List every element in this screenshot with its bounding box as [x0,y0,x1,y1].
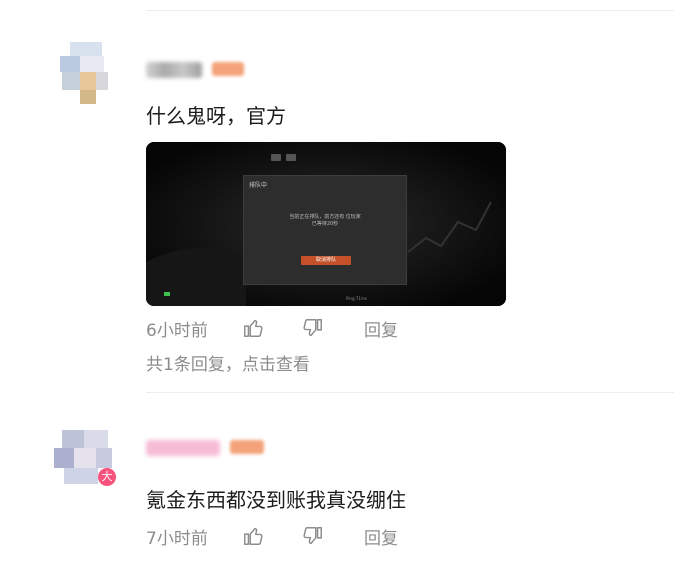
comment-text: 什么鬼呀，官方 [146,104,286,128]
level-badge [212,62,244,76]
username[interactable] [146,62,202,78]
avatar[interactable] [60,42,122,104]
comment-meta: 7小时前 回复 [146,524,398,549]
queue-message-line1: 当前正在排队，前方还有 位玩家 [289,214,361,220]
comment-image[interactable]: 排队中 当前正在排队，前方还有 位玩家 已等待20秒 取消排队 Ping:71m… [146,142,506,306]
view-replies-link[interactable]: 共1条回复，点击查看 [146,350,310,375]
reply-button[interactable]: 回复 [364,524,398,549]
divider-top [146,10,674,11]
vip-badge: 大 [98,468,116,486]
dislike-button[interactable] [302,524,362,548]
thumb-up-icon [244,527,263,545]
queue-dialog: 排队中 当前正在排队，前方还有 位玩家 已等待20秒 取消排队 [243,175,407,285]
comment-time: 6小时前 [146,320,208,341]
thumb-up-icon [244,319,263,337]
comment-time: 7小时前 [146,528,208,549]
dislike-button[interactable] [302,316,362,340]
reply-button[interactable]: 回复 [364,316,398,341]
avatar[interactable]: 大 [50,426,122,490]
queue-message: 当前正在排队，前方还有 位玩家 已等待20秒 [264,214,386,228]
queue-dialog-title: 排队中 [249,182,268,189]
comment-meta: 6小时前 回复 [146,316,398,341]
like-button[interactable] [242,524,302,548]
divider-middle [146,392,674,393]
comment-text: 氪金东西都没到账我真没绷住 [146,488,406,512]
ping-readout: Ping:71ms [346,296,367,301]
queue-message-line2: 已等待20秒 [311,221,339,227]
thumb-down-icon [303,527,322,545]
cancel-queue-button: 取消排队 [301,256,351,265]
like-button[interactable] [242,316,302,340]
username[interactable] [146,440,220,456]
game-status-bar: Ping:71ms [146,286,506,306]
thumb-down-icon [303,319,322,337]
level-badge [230,440,264,454]
